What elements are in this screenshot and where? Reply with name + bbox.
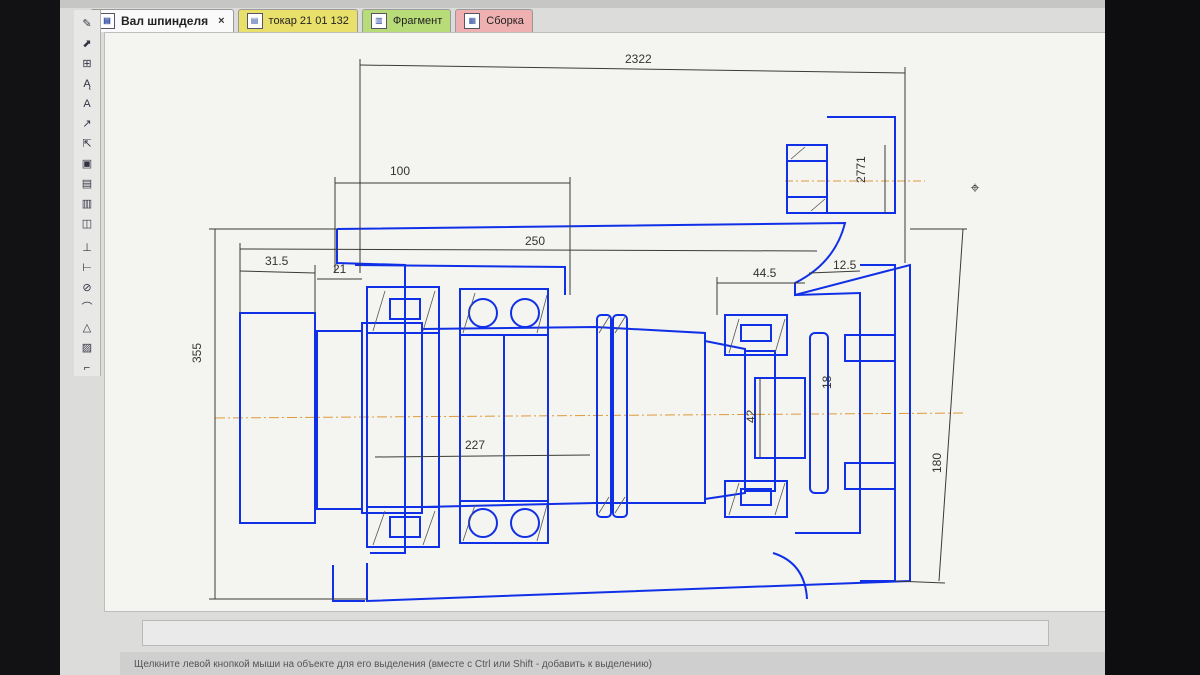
tab-assembly[interactable]: ▦ Сборка (455, 9, 533, 32)
monitor-bezel-right (1105, 0, 1200, 675)
shaft-step-2 (361, 322, 423, 514)
clearance-arc (772, 552, 808, 600)
circle-tool-icon[interactable]: ⊘ (78, 280, 96, 296)
dim-44-5: 44.5 (753, 266, 777, 280)
text-tool-icon[interactable]: A (78, 96, 96, 112)
assembly-drawing: 2322 100 250 31.5 21 2771 44.5 12.5 355 … (190, 52, 967, 603)
report-tool-icon[interactable]: ▥ (78, 196, 96, 212)
flange-notch-bottom (844, 462, 896, 490)
line-tool-icon[interactable]: ⊢ (78, 260, 96, 276)
compact-toolbar: ✎ ⬈ ⊞ Ą A ↗ ⇱ ▣ ▤ ▥ ◫ ⊥ ⊢ ⊘ ⌒ △ ▨ ⌐ (74, 10, 101, 376)
dim-355: 355 (190, 343, 204, 363)
inner-bore (754, 377, 806, 459)
measure-tool-icon[interactable]: ↗ (78, 116, 96, 132)
hatch-tool-icon[interactable]: ▨ (78, 340, 96, 356)
monitor-bezel-left (0, 0, 62, 675)
dim-2771: 2771 (854, 156, 868, 183)
lock-nut-b (612, 314, 628, 518)
ball-1 (468, 298, 498, 328)
end-flange (860, 264, 896, 582)
tab-fragment[interactable]: ▥ Фрагмент (361, 9, 452, 32)
document-icon: ▤ (99, 13, 115, 29)
bearing-ring-b (503, 334, 549, 502)
property-bar[interactable] (142, 620, 1049, 646)
axis-tool-icon[interactable]: ⊥ (78, 240, 96, 256)
dim-250: 250 (525, 234, 545, 248)
select-tool-icon[interactable]: ⇱ (78, 136, 96, 152)
housing-left (336, 229, 406, 554)
dim-12-5: 12.5 (833, 258, 857, 272)
edit-tool-icon[interactable]: ⬈ (78, 36, 96, 52)
shaft-step-1 (316, 330, 363, 510)
arc-tool-icon[interactable]: ⌒ (78, 300, 96, 316)
housing-bottom-left (332, 565, 365, 602)
tab-label: Вал шпинделя (121, 14, 209, 28)
tab-label: токар 21 01 132 (268, 15, 349, 27)
close-icon[interactable]: × (218, 15, 224, 27)
hatching (372, 146, 826, 546)
lock-nut-a (596, 314, 612, 518)
library-tool-icon[interactable]: ◫ (78, 216, 96, 232)
dim-42: 42 (744, 409, 758, 423)
dim-100: 100 (390, 164, 410, 178)
dim-227: 227 (465, 438, 485, 452)
dim-18: 18 (820, 375, 834, 389)
bearing-ring-a (459, 334, 505, 502)
ball-2 (510, 298, 540, 328)
part-geometry (239, 116, 911, 603)
chamfer-tool-icon[interactable]: ⌐ (78, 360, 96, 376)
bearing-mid-bottom (459, 500, 549, 544)
document-icon: ▤ (246, 13, 263, 29)
bearing-left-top (366, 286, 440, 334)
drawing-canvas[interactable]: 2322 100 250 31.5 21 2771 44.5 12.5 355 … (104, 32, 1106, 612)
shaft-body (421, 325, 706, 508)
assembly-icon: ▦ (464, 13, 481, 29)
fragment-icon: ▥ (370, 13, 387, 29)
ball-3 (468, 508, 498, 538)
tab-label: Фрагмент (392, 15, 443, 27)
dim-21: 21 (333, 262, 347, 276)
bearing-left-body (366, 332, 440, 508)
dim-overall-length: 2322 (625, 52, 652, 66)
parametrize-tool-icon[interactable]: ▣ (78, 156, 96, 172)
center-axis (214, 412, 966, 419)
notation-tool-icon[interactable]: Ą (78, 76, 96, 92)
geometry-tool-icon[interactable]: ✎ (78, 16, 96, 32)
dimensions-tool-icon[interactable]: ⊞ (78, 56, 96, 72)
polygon-tool-icon[interactable]: △ (78, 320, 96, 336)
circlip (809, 332, 829, 494)
dim-31-5: 31.5 (265, 254, 289, 268)
view-tool-icon[interactable]: ▤ (78, 176, 96, 192)
cad-window: ▤ Вал шпинделя × ▤ токар 21 01 132 ▥ Фра… (60, 0, 1115, 675)
flange-notch-top (844, 334, 896, 362)
tab-spindle-shaft[interactable]: ▤ Вал шпинделя × (90, 9, 234, 32)
tab-label: Сборка (486, 15, 524, 27)
document-tabs: ▤ Вал шпинделя × ▤ токар 21 01 132 ▥ Фра… (90, 6, 1110, 32)
bearing-right-seal-top (740, 324, 772, 342)
dim-180: 180 (930, 453, 944, 473)
ball-4 (510, 508, 540, 538)
crosshair-cursor-icon: ⌖ (970, 180, 980, 197)
tab-lathe[interactable]: ▤ токар 21 01 132 (237, 9, 358, 32)
shaft-taper (704, 340, 746, 500)
dimension-lines (209, 59, 967, 600)
status-bar: Щелкните левой кнопкой мыши на объекте д… (120, 652, 1115, 675)
